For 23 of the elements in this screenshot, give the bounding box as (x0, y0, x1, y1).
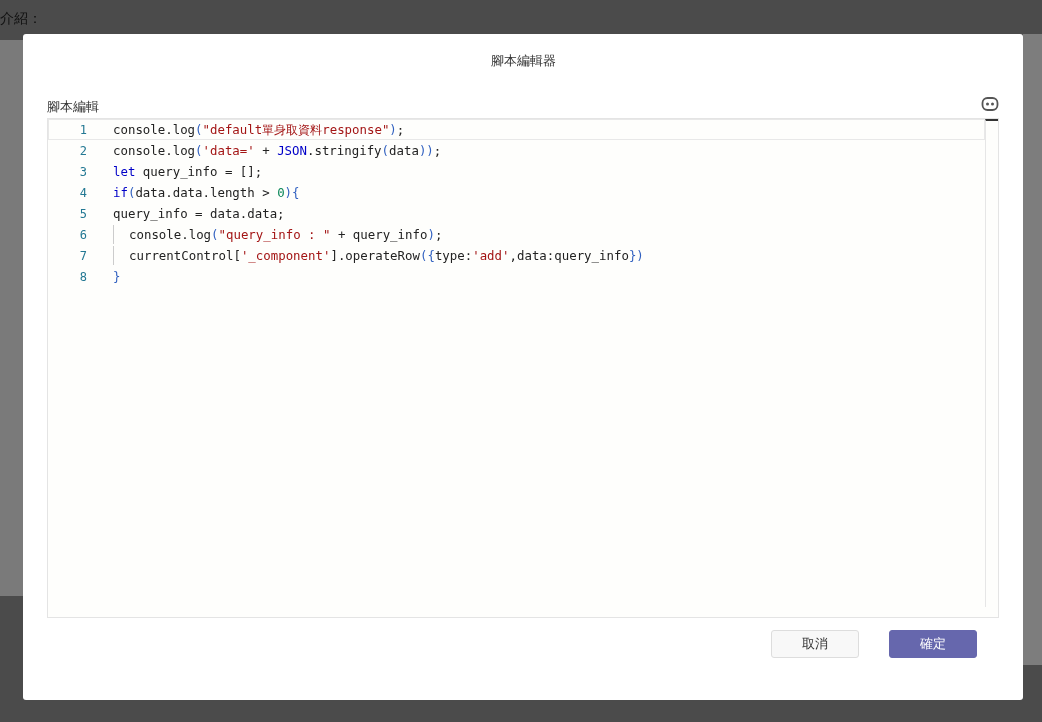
line-number: 7 (78, 248, 87, 263)
code-line: } (113, 268, 121, 286)
code-editor[interactable] (47, 118, 999, 618)
code-line: console.log('data=' + JSON.stringify(data)); (113, 142, 442, 160)
line-number: 4 (78, 185, 87, 200)
line-number: 8 (78, 269, 87, 284)
code-line: console.log("query_info : " + query_info); (113, 225, 443, 244)
field-label: 腳本編輯 (47, 98, 99, 116)
dialog-title: 腳本編輯器 (489, 52, 557, 70)
code-line: let query_info = []; (113, 163, 263, 181)
code-line: if(data.data.length > 0){ (113, 184, 300, 202)
line-number: 3 (78, 164, 87, 179)
robot-face-icon[interactable] (981, 96, 999, 112)
code-line: currentControl['_component'].operateRow({type:'add',data:query_info}) (113, 246, 644, 265)
code-line: query_info = data.data; (113, 205, 285, 223)
line-number: 1 (78, 122, 87, 137)
line-number: 5 (78, 206, 87, 221)
cancel-button[interactable]: 取消 (771, 630, 859, 658)
scrollbar[interactable] (985, 119, 998, 607)
code-line: console.log("default單身取資料response"); (113, 121, 405, 139)
confirm-button[interactable]: 確定 (889, 630, 977, 658)
line-number: 6 (78, 227, 87, 242)
line-number: 2 (78, 143, 87, 158)
